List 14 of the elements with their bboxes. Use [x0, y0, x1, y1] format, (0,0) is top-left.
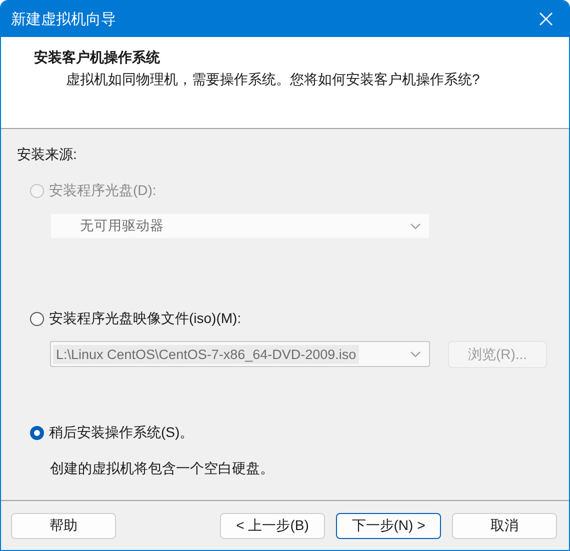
radio-option[interactable]: 安装程序光盘映像文件(iso)(M):	[30, 310, 242, 328]
source-label: 安装来源:	[17, 146, 78, 164]
help-button[interactable]: 帮助	[11, 512, 116, 538]
back-button[interactable]: < 上一步(B)	[220, 512, 325, 538]
page-subtitle: 虚拟机如同物理机，需要操作系统。您将如何安装客户机操作系统?	[65, 71, 481, 89]
description-text: 创建的虚拟机将包含一个空白硬盘。	[50, 460, 275, 478]
radio-option[interactable]: 稍后安装操作系统(S)。	[30, 424, 194, 442]
close-icon	[539, 12, 553, 26]
page-heading: 安装客户机操作系统	[34, 49, 161, 67]
next-button[interactable]: 下一步(N) >	[336, 512, 441, 538]
chevron-down-icon	[410, 350, 421, 358]
window-title: 新建虚拟机向导	[11, 10, 116, 28]
cancel-button[interactable]: 取消	[452, 512, 557, 538]
chevron-down-icon	[410, 222, 421, 230]
